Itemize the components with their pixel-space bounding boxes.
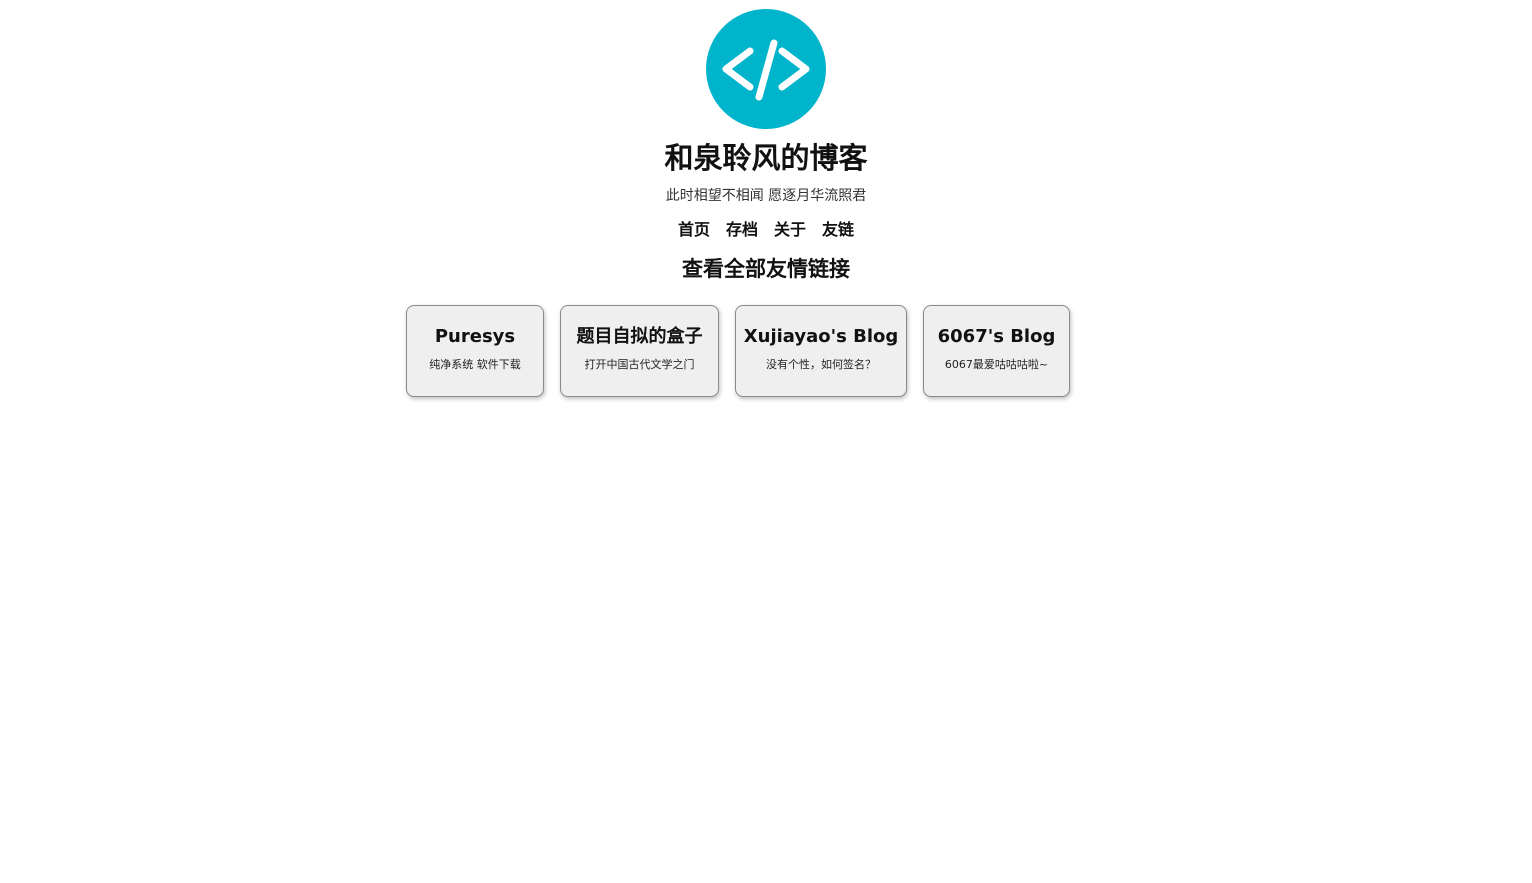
code-brackets-icon [722, 39, 810, 101]
friend-links-heading: 查看全部友情链接 [682, 257, 850, 281]
nav-item-friends[interactable]: 友链 [820, 218, 856, 242]
friend-link-card-puresys[interactable]: Puresys 纯净系统 软件下载 [406, 305, 544, 397]
friend-link-name: 6067's Blog [937, 326, 1056, 347]
friend-link-name: Xujiayao's Blog [743, 326, 899, 347]
site-tagline: 此时相望不相闻 愿逐月华流照君 [665, 188, 867, 204]
nav-item-archive[interactable]: 存档 [724, 218, 760, 242]
friend-link-card-box[interactable]: 题目自拟的盒子 打开中国古代文学之门 [560, 305, 719, 397]
friend-link-card-xujiayao[interactable]: Xujiayao's Blog 没有个性，如何签名？ [735, 305, 907, 397]
site-title: 和泉聆风的博客 [664, 141, 868, 175]
page: 和泉聆风的博客 此时相望不相闻 愿逐月华流照君 首页 存档 关于 友链 查看全部… [0, 0, 1532, 883]
friend-link-desc: 6067最爱咕咕咕啦~ [944, 358, 1049, 371]
nav-item-home[interactable]: 首页 [676, 218, 712, 242]
friend-link-desc: 纯净系统 软件下载 [429, 358, 521, 371]
main-nav: 首页 存档 关于 友链 [0, 218, 1532, 242]
nav-item-about[interactable]: 关于 [772, 218, 808, 242]
friend-link-name: Puresys [434, 326, 516, 347]
friend-link-card-6067[interactable]: 6067's Blog 6067最爱咕咕咕啦~ [923, 305, 1070, 397]
friend-link-desc: 打开中国古代文学之门 [584, 358, 695, 371]
site-logo[interactable] [706, 9, 826, 129]
friend-link-name: 题目自拟的盒子 [576, 326, 703, 347]
friend-link-desc: 没有个性，如何签名？ [766, 358, 876, 371]
friend-links-list: Puresys 纯净系统 软件下载 题目自拟的盒子 打开中国古代文学之门 Xuj… [406, 305, 1070, 397]
